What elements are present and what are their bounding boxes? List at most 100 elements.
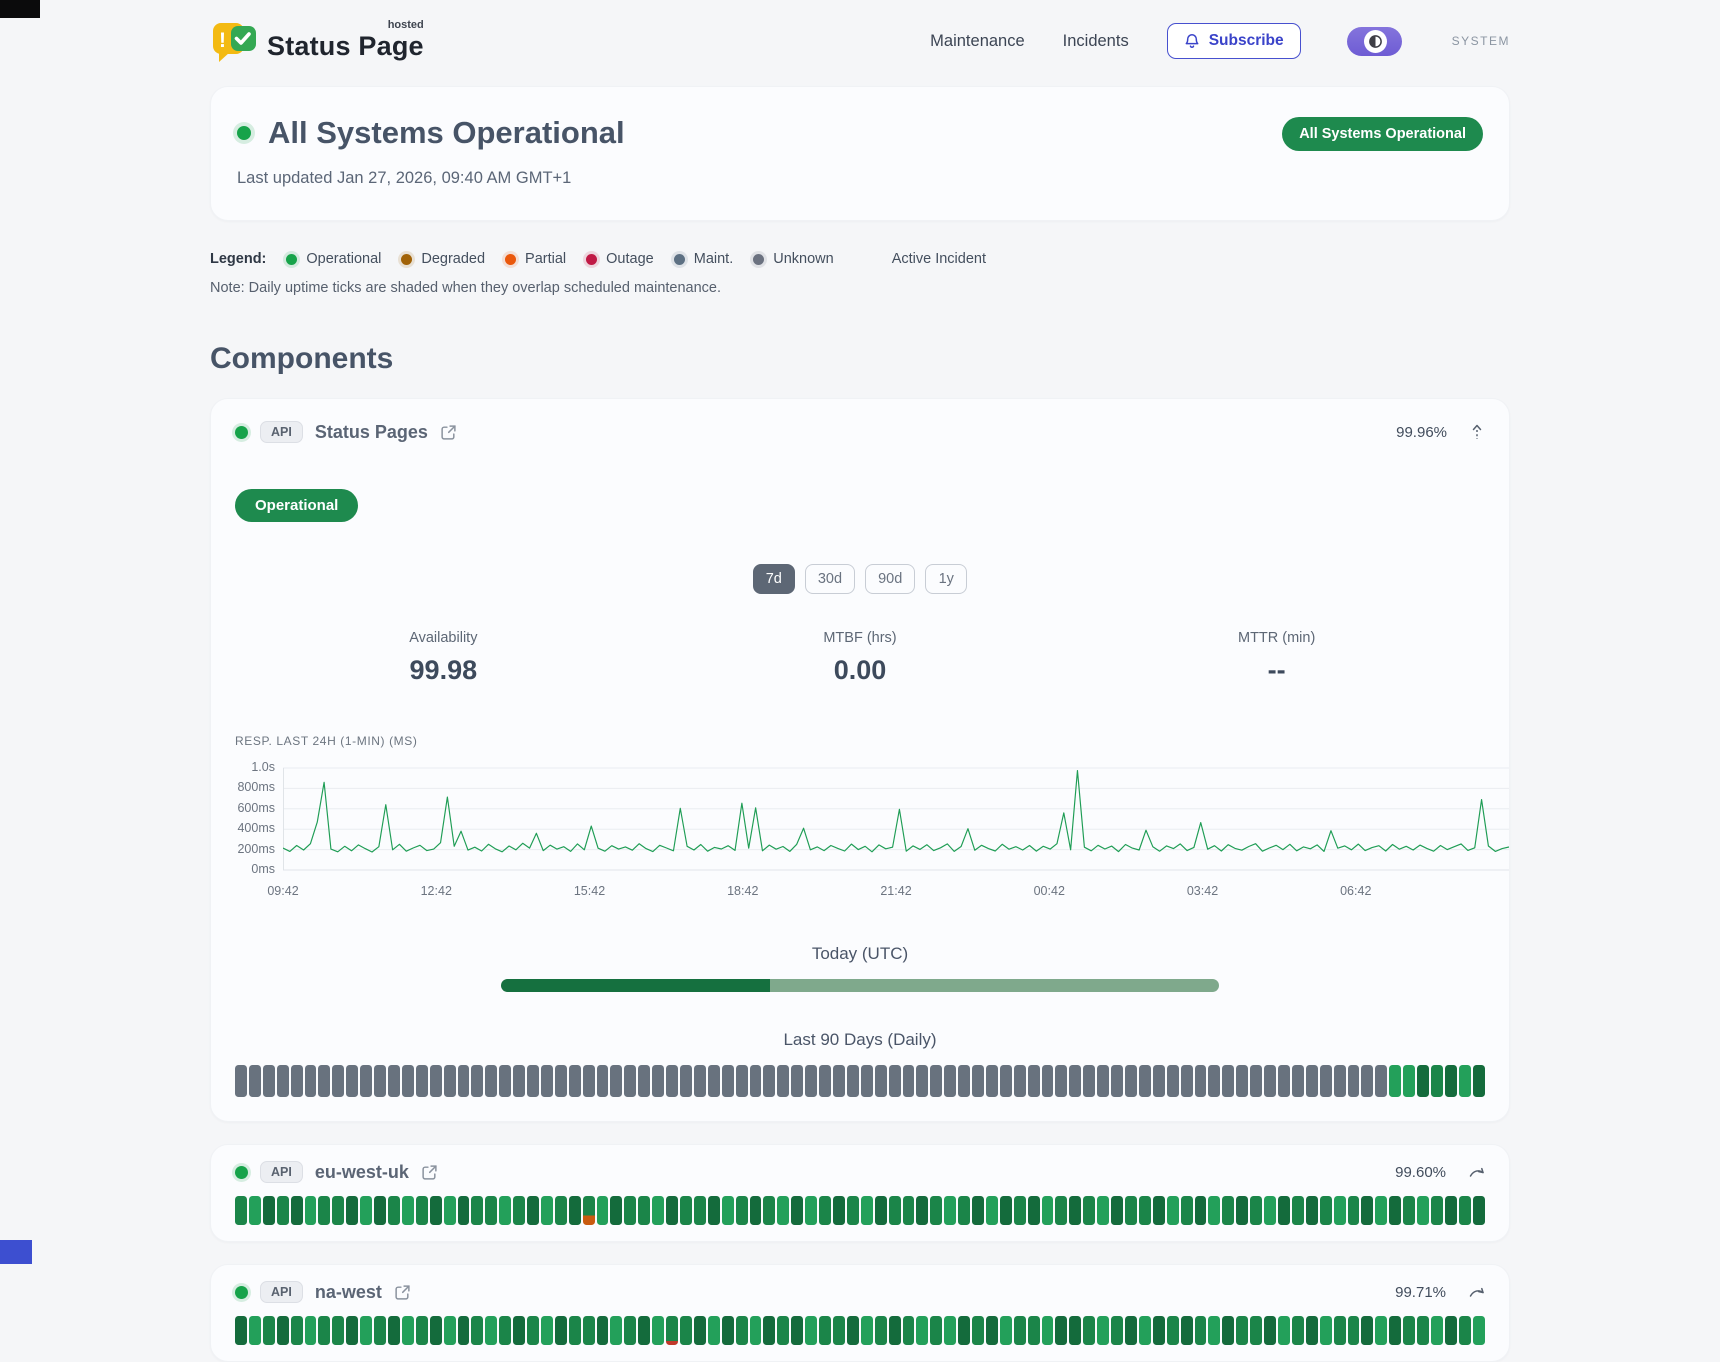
uptime-tick[interactable] bbox=[694, 1196, 706, 1225]
uptime-tick[interactable] bbox=[875, 1196, 887, 1225]
uptime-tick[interactable] bbox=[1473, 1316, 1485, 1345]
uptime-tick[interactable] bbox=[624, 1065, 636, 1097]
uptime-tick[interactable] bbox=[1014, 1316, 1026, 1345]
uptime-tick[interactable] bbox=[235, 1196, 247, 1225]
uptime-tick[interactable] bbox=[889, 1065, 901, 1097]
uptime-tick[interactable] bbox=[763, 1196, 775, 1225]
uptime-tick[interactable] bbox=[249, 1316, 261, 1345]
external-link-icon[interactable] bbox=[394, 1284, 411, 1301]
uptime-tick[interactable] bbox=[471, 1065, 483, 1097]
uptime-tick[interactable] bbox=[1334, 1065, 1346, 1097]
uptime-tick[interactable] bbox=[847, 1065, 859, 1097]
timeframe-button-7d[interactable]: 7d bbox=[753, 564, 795, 594]
uptime-tick[interactable] bbox=[1431, 1196, 1443, 1225]
uptime-tick[interactable] bbox=[332, 1316, 344, 1345]
uptime-tick[interactable] bbox=[360, 1065, 372, 1097]
uptime-tick[interactable] bbox=[750, 1316, 762, 1345]
uptime-tick[interactable] bbox=[1459, 1196, 1471, 1225]
uptime-tick[interactable] bbox=[1417, 1196, 1429, 1225]
uptime-tick[interactable] bbox=[1167, 1316, 1179, 1345]
uptime-tick[interactable] bbox=[513, 1196, 525, 1225]
nav-maintenance[interactable]: Maintenance bbox=[930, 32, 1024, 51]
uptime-tick[interactable] bbox=[708, 1065, 720, 1097]
uptime-tick[interactable] bbox=[513, 1065, 525, 1097]
uptime-tick[interactable] bbox=[1320, 1065, 1332, 1097]
uptime-tick[interactable] bbox=[597, 1065, 609, 1097]
uptime-tick[interactable] bbox=[903, 1065, 915, 1097]
uptime-tick[interactable] bbox=[388, 1065, 400, 1097]
uptime-tick[interactable] bbox=[750, 1196, 762, 1225]
uptime-tick[interactable] bbox=[819, 1316, 831, 1345]
uptime-tick[interactable] bbox=[388, 1316, 400, 1345]
uptime-tick[interactable] bbox=[527, 1196, 539, 1225]
uptime-tick[interactable] bbox=[374, 1065, 386, 1097]
uptime-tick[interactable] bbox=[1459, 1065, 1471, 1097]
uptime-tick[interactable] bbox=[1306, 1196, 1318, 1225]
uptime-tick[interactable] bbox=[722, 1316, 734, 1345]
uptime-tick[interactable] bbox=[555, 1316, 567, 1345]
uptime-tick[interactable] bbox=[277, 1065, 289, 1097]
uptime-tick[interactable] bbox=[277, 1196, 289, 1225]
uptime-tick[interactable] bbox=[430, 1196, 442, 1225]
uptime-tick[interactable] bbox=[889, 1196, 901, 1225]
uptime-tick[interactable] bbox=[1195, 1316, 1207, 1345]
uptime-tick[interactable] bbox=[847, 1196, 859, 1225]
uptime-tick[interactable] bbox=[1195, 1196, 1207, 1225]
uptime-tick[interactable] bbox=[1125, 1196, 1137, 1225]
uptime-tick[interactable] bbox=[903, 1196, 915, 1225]
uptime-tick[interactable] bbox=[750, 1065, 762, 1097]
uptime-tick[interactable] bbox=[944, 1196, 956, 1225]
uptime-tick[interactable] bbox=[305, 1316, 317, 1345]
uptime-tick[interactable] bbox=[430, 1065, 442, 1097]
uptime-tick[interactable] bbox=[527, 1065, 539, 1097]
uptime-tick[interactable] bbox=[861, 1196, 873, 1225]
expand-arrow-icon[interactable] bbox=[1468, 1165, 1485, 1179]
uptime-tick[interactable] bbox=[1055, 1316, 1067, 1345]
uptime-tick[interactable] bbox=[458, 1196, 470, 1225]
uptime-tick[interactable] bbox=[374, 1196, 386, 1225]
uptime-tick[interactable] bbox=[444, 1196, 456, 1225]
uptime-tick[interactable] bbox=[861, 1316, 873, 1345]
uptime-tick[interactable] bbox=[527, 1316, 539, 1345]
uptime-tick[interactable] bbox=[263, 1196, 275, 1225]
uptime-tick[interactable] bbox=[708, 1316, 720, 1345]
uptime-tick[interactable] bbox=[1445, 1065, 1457, 1097]
uptime-tick[interactable] bbox=[1459, 1316, 1471, 1345]
uptime-tick[interactable] bbox=[1473, 1065, 1485, 1097]
uptime-tick[interactable] bbox=[610, 1196, 622, 1225]
uptime-tick[interactable] bbox=[499, 1196, 511, 1225]
uptime-tick[interactable] bbox=[1403, 1196, 1415, 1225]
uptime-tick[interactable] bbox=[638, 1316, 650, 1345]
expand-arrow-icon[interactable] bbox=[1468, 1285, 1485, 1299]
uptime-tick[interactable] bbox=[833, 1065, 845, 1097]
uptime-tick[interactable] bbox=[833, 1196, 845, 1225]
uptime-tick[interactable] bbox=[318, 1196, 330, 1225]
uptime-tick[interactable] bbox=[583, 1316, 595, 1345]
uptime-tick[interactable] bbox=[916, 1065, 928, 1097]
uptime-tick[interactable] bbox=[610, 1316, 622, 1345]
uptime-tick[interactable] bbox=[916, 1316, 928, 1345]
uptime-tick[interactable] bbox=[1348, 1316, 1360, 1345]
uptime-tick[interactable] bbox=[1083, 1196, 1095, 1225]
uptime-tick[interactable] bbox=[1042, 1316, 1054, 1345]
uptime-tick[interactable] bbox=[903, 1316, 915, 1345]
uptime-tick[interactable] bbox=[1083, 1316, 1095, 1345]
uptime-tick[interactable] bbox=[1222, 1196, 1234, 1225]
uptime-tick[interactable] bbox=[1139, 1196, 1151, 1225]
uptime-tick[interactable] bbox=[1167, 1065, 1179, 1097]
uptime-tick[interactable] bbox=[1153, 1316, 1165, 1345]
uptime-tick[interactable] bbox=[1278, 1316, 1290, 1345]
uptime-tick[interactable] bbox=[555, 1196, 567, 1225]
uptime-tick[interactable] bbox=[416, 1316, 428, 1345]
uptime-tick[interactable] bbox=[1208, 1196, 1220, 1225]
uptime-tick[interactable] bbox=[1153, 1065, 1165, 1097]
uptime-tick[interactable] bbox=[736, 1196, 748, 1225]
uptime-tick[interactable] bbox=[541, 1316, 553, 1345]
uptime-tick[interactable] bbox=[1125, 1065, 1137, 1097]
uptime-tick[interactable] bbox=[1153, 1196, 1165, 1225]
uptime-tick[interactable] bbox=[583, 1065, 595, 1097]
uptime-tick[interactable] bbox=[1111, 1316, 1123, 1345]
uptime-tick[interactable] bbox=[1292, 1196, 1304, 1225]
uptime-tick[interactable] bbox=[1181, 1065, 1193, 1097]
uptime-tick[interactable] bbox=[291, 1316, 303, 1345]
